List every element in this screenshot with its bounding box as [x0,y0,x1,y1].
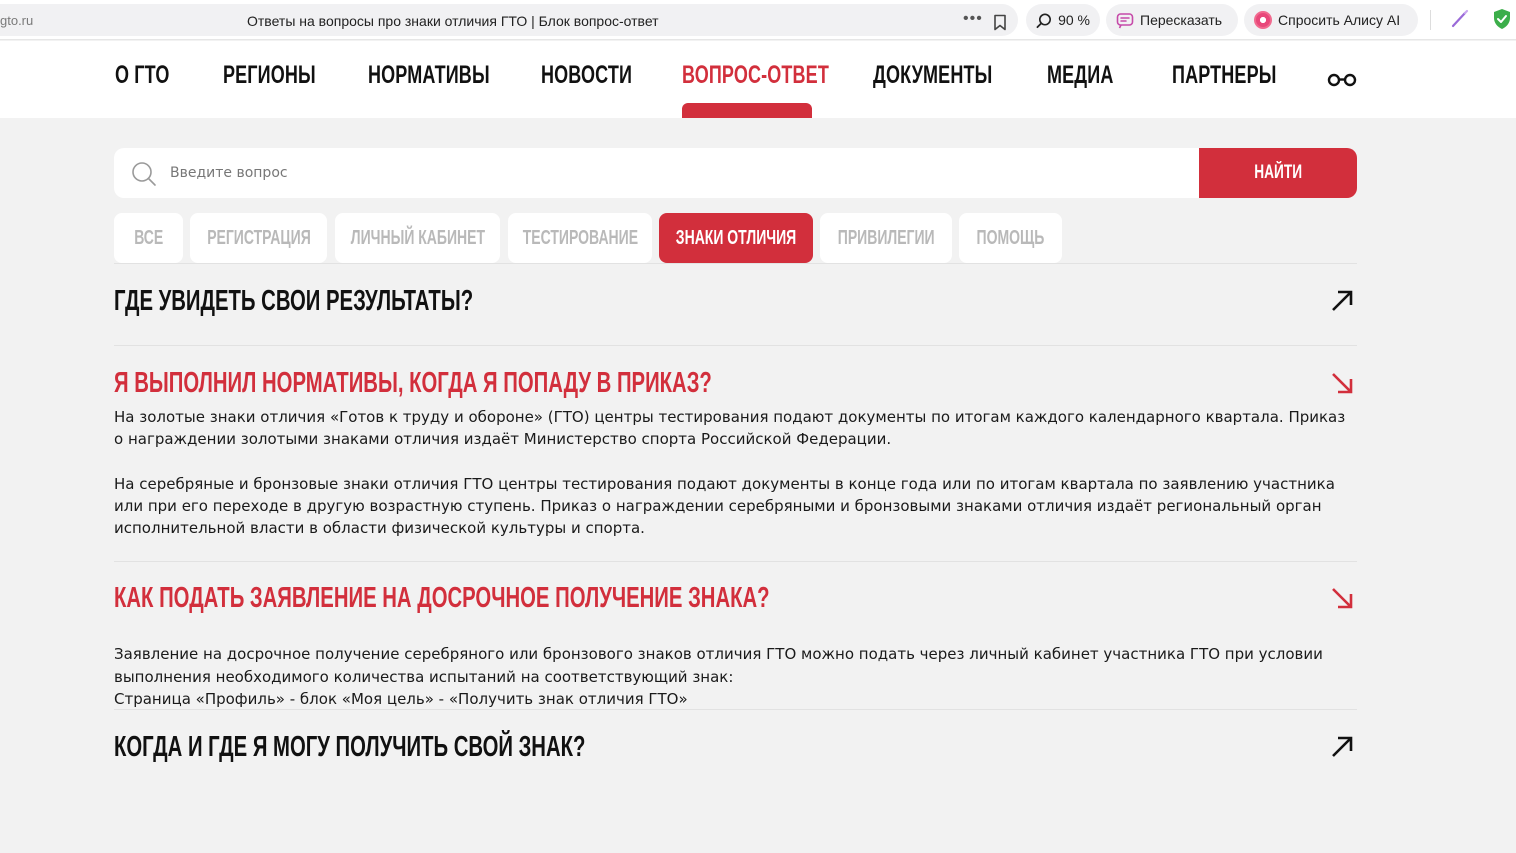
search-input[interactable] [170,148,1170,198]
faq-answer: На золотые знаки отличия «Готов к труду … [114,406,1354,539]
tab-personal-account[interactable]: ЛИЧНЫЙ КАБИНЕТ [335,213,500,263]
nav-item-about[interactable]: О ГТО [115,61,169,90]
faq-question[interactable]: Я ВЫПОЛНИЛ НОРМАТИВЫ, КОГДА Я ПОПАДУ В П… [114,367,712,400]
ellipsis-icon[interactable]: ••• [963,10,983,28]
faq-question[interactable]: КОГДА И ГДЕ Я МОГУ ПОЛУЧИТЬ СВОЙ ЗНАК? [114,731,585,764]
tab-help[interactable]: ПОМОЩЬ [959,213,1062,263]
nav-item-media[interactable]: МЕДИА [1047,61,1113,90]
tab-testing[interactable]: ТЕСТИРОВАНИЕ [508,213,652,263]
tab-label: ВСЕ [133,226,164,249]
faq-question[interactable]: ГДЕ УВИДЕТЬ СВОИ РЕЗУЛЬТАТЫ? [114,285,473,318]
nav-item-faq[interactable]: ВОПРОС-ОТВЕТ [682,61,829,90]
divider [114,263,1357,264]
tab-badges[interactable]: ЗНАКИ ОТЛИЧИЯ [659,213,813,263]
divider [114,709,1357,710]
arrow-down-right-icon[interactable] [1329,585,1355,615]
tab-label: ЛИЧНЫЙ КАБИНЕТ [350,226,485,249]
tab-registration[interactable]: РЕГИСТРАЦИЯ [190,213,327,263]
search-button[interactable]: НАЙТИ [1199,148,1357,198]
alice-label: Спросить Алису AI [1278,12,1401,28]
active-nav-indicator [682,103,812,118]
zoom-level: 90 % [1058,12,1090,28]
divider [114,345,1357,346]
pen-icon[interactable] [1450,9,1470,33]
main-navigation: О ГТО РЕГИОНЫ НОРМАТИВЫ НОВОСТИ ВОПРОС-О… [0,41,1516,118]
tab-label: ТЕСТИРОВАНИЕ [522,226,638,249]
nav-item-documents[interactable]: ДОКУМЕНТЫ [873,61,992,90]
zoom-icon [1036,13,1051,28]
faq-answer: Заявление на досрочное получение серебря… [114,621,1354,732]
zoom-button[interactable]: 90 % [1026,4,1100,36]
nav-item-news[interactable]: НОВОСТИ [541,61,632,90]
retell-icon [1116,12,1134,28]
address-bar[interactable]: gto.ru Ответы на вопросы про знаки отлич… [0,4,1018,36]
tab-label: РЕГИСТРАЦИЯ [206,226,311,249]
arrow-up-right-icon[interactable] [1329,288,1355,318]
tab-privileges[interactable]: ПРИВИЛЕГИИ [820,213,952,263]
answer-paragraph: На золотые знаки отличия «Готов к труду … [114,408,1346,449]
ask-alice-button[interactable]: Спросить Алису AI [1244,4,1418,36]
alice-icon [1254,11,1272,29]
answer-paragraph: На серебряные и бронзовые знаки отличия … [114,474,1335,538]
arrow-down-right-icon[interactable] [1329,370,1355,400]
bookmark-icon[interactable] [993,14,1007,35]
nav-item-standards[interactable]: НОРМАТИВЫ [368,61,490,90]
url-text[interactable]: gto.ru [0,13,33,28]
tab-label: ПОМОЩЬ [976,226,1045,249]
retell-label: Пересказать [1140,12,1223,28]
tab-all[interactable]: ВСЕ [114,213,183,263]
browser-page-title: Ответы на вопросы про знаки отличия ГТО … [247,13,659,29]
search-box [114,148,1200,198]
arrow-up-right-icon[interactable] [1329,734,1355,764]
shield-icon[interactable] [1492,8,1512,34]
nav-item-regions[interactable]: РЕГИОНЫ [223,61,316,90]
glasses-icon[interactable] [1327,72,1357,91]
divider [114,561,1357,562]
tab-label: ЗНАКИ ОТЛИЧИЯ [675,226,797,249]
toolbar-separator [1430,10,1431,30]
search-icon [131,161,157,191]
answer-paragraph: Заявление на досрочное получение серебря… [114,645,1323,708]
tab-label: ПРИВИЛЕГИИ [837,226,935,249]
faq-question[interactable]: КАК ПОДАТЬ ЗАЯВЛЕНИЕ НА ДОСРОЧНОЕ ПОЛУЧЕ… [114,582,770,615]
browser-toolbar: gto.ru Ответы на вопросы про знаки отлич… [0,0,1516,40]
search-button-label: НАЙТИ [1254,162,1302,183]
nav-item-partners[interactable]: ПАРТНЕРЫ [1172,61,1276,90]
retell-button[interactable]: Пересказать [1106,4,1238,36]
